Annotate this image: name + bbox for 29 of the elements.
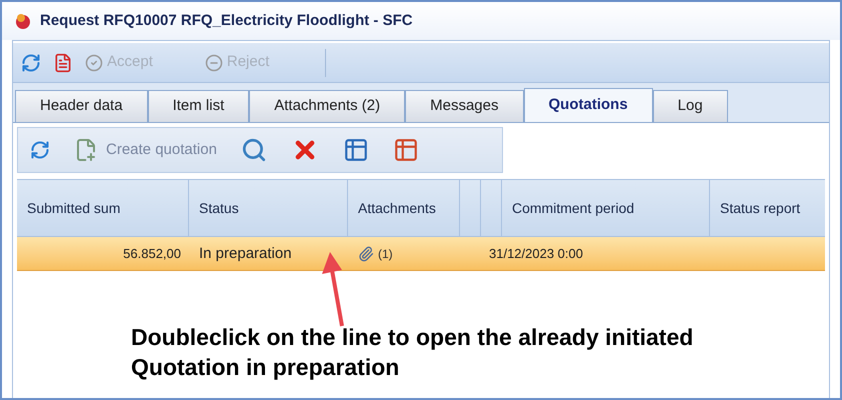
column-header[interactable]: Attachments <box>358 198 436 218</box>
refresh-icon[interactable] <box>30 140 50 160</box>
tab[interactable]: Quotations <box>524 88 653 122</box>
check-icon <box>85 54 103 72</box>
refresh-icon[interactable] <box>21 52 41 72</box>
table-cell: In preparation <box>199 244 292 262</box>
app-logo-icon <box>14 12 32 30</box>
tab[interactable]: Item list <box>148 90 250 122</box>
table-refresh-icon[interactable] <box>392 137 419 163</box>
paperclip-icon <box>358 246 374 262</box>
annotation-text: Doubleclick on the line to open the already initiated Quotation in preparation <box>131 323 694 382</box>
minus-icon <box>204 54 223 72</box>
pdf-icon[interactable] <box>53 52 73 72</box>
table-cell-text: 56.852,00 <box>123 244 181 263</box>
column-header[interactable]: Status report <box>720 198 800 218</box>
search-icon[interactable] <box>240 137 267 163</box>
table-save-icon[interactable] <box>342 137 369 163</box>
tab[interactable]: Header data <box>15 90 148 122</box>
column-header[interactable]: Status <box>199 198 239 218</box>
table-row[interactable]: 56.852,00 In preparation (1) 31/12/2023 0:00 <box>17 237 825 271</box>
table-cell: 31/12/2023 0:00 <box>489 246 583 260</box>
table-cell-text: (1) <box>378 246 393 262</box>
tab[interactable]: Attachments (2) <box>249 90 406 122</box>
column-header[interactable]: Submitted sum <box>27 198 120 218</box>
column-header[interactable]: Commitment period <box>512 198 634 218</box>
tab[interactable]: Log <box>652 90 728 122</box>
window-title: Request RFQ10007 RFQ_Electricity Floodlight - SFC <box>40 10 413 31</box>
tab[interactable]: Messages <box>405 90 524 122</box>
file-plus-icon <box>74 138 98 162</box>
